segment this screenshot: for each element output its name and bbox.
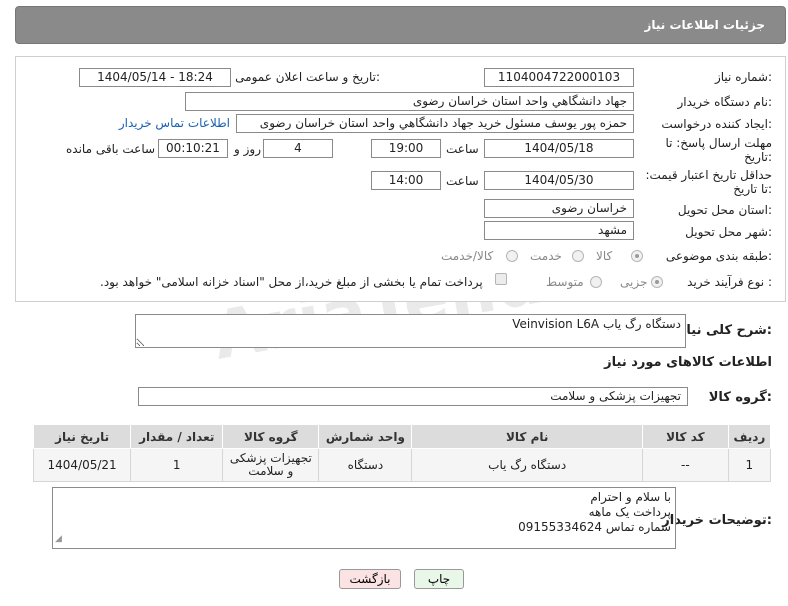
description-label: شرح کلی نیاز: [678,323,772,338]
requester-field[interactable]: حمزه پور یوسف مسئول خرید جهاد دانشگاهي و… [236,114,634,133]
items-table: ردیف کد کالا نام کالا واحد شمارش گروه کا… [32,424,772,482]
announce-datetime-field[interactable]: 1404/05/14 - 18:24 [79,68,231,87]
col-code: کد کالا [641,424,729,449]
category-service-label: خدمت [530,249,562,263]
table-header-row: ردیف کد کالا نام کالا واحد شمارش گروه کا… [32,424,772,449]
cell-group: تجهیزات پزشکی و سلامت [222,448,320,482]
description-field[interactable] [135,314,686,348]
buyer-notes-label: توضیحات خریدار: [662,513,772,528]
days-label: روز و [234,142,261,156]
cell-date: 1404/05/21 [32,448,132,482]
cell-row: 1 [727,448,772,482]
purchase-type-label: نوع فرآیند خرید : [687,275,772,289]
buyer-notes-field[interactable]: با سلام و احترام پرداخت یک ماهه شماره تم… [52,487,676,549]
remaining-label: ساعت باقی مانده [66,142,156,156]
col-date: تاریخ نیاز [32,424,132,449]
table-row: 1 -- دستگاه رگ یاب دستگاه تجهیزات پزشکی … [32,448,772,482]
goods-group-label: گروه کالا: [708,390,772,405]
goods-group-field[interactable]: تجهیزات پزشکی و سلامت [138,387,688,406]
resize-grip-icon: ◢ [55,534,62,544]
reply-time-label: ساعت [446,142,479,156]
buyer-org-label: نام دستگاه خریدار: [677,95,773,109]
buyer-contact-link[interactable]: اطلاعات تماس خریدار [119,116,230,130]
back-button[interactable]: بازگشت [339,569,401,589]
remaining-days-field[interactable]: 4 [263,139,333,158]
col-group: گروه کالا [222,424,320,449]
col-row: ردیف [727,424,772,449]
cell-unit: دستگاه [318,448,413,482]
cell-code: -- [641,448,729,482]
reply-deadline-label: مهلت ارسال پاسخ: تا تاریخ: [665,136,772,164]
purchase-medium-radio[interactable] [590,276,602,288]
price-validity-label: حداقل تاریخ اعتبار قیمت: تا تاریخ: [645,168,772,196]
need-number-field[interactable]: 1104004722000103 [484,68,634,87]
category-both-label: کالا/خدمت [441,249,494,263]
delivery-city-field[interactable]: مشهد [484,221,634,240]
col-name: نام کالا [411,424,643,449]
cell-qty: 1 [130,448,224,482]
remaining-time-field[interactable]: 00:10:21 [158,139,228,158]
buyer-org-field[interactable]: جهاد دانشگاهي واحد استان خراسان رضوی [185,92,634,111]
category-service-radio[interactable] [572,250,584,262]
category-both-radio[interactable] [506,250,518,262]
buyer-notes-line: پرداخت یک ماهه [588,505,671,519]
need-number-label: شماره نیاز: [714,70,772,84]
treasury-checkbox[interactable] [495,273,507,285]
delivery-province-field[interactable]: خراسان رضوی [484,199,634,218]
category-goods-label: کالا [596,249,613,263]
buyer-notes-line: با سلام و احترام [590,490,671,504]
price-validity-time-label: ساعت [446,174,479,188]
reply-deadline-date-field[interactable]: 1404/05/18 [484,139,634,158]
cell-name: دستگاه رگ یاب [411,448,643,482]
purchase-minor-radio[interactable] [651,276,663,288]
reply-deadline-time-field[interactable]: 19:00 [371,139,441,158]
buyer-notes-line: شماره تماس 09155334624 [518,520,671,534]
price-validity-time-field[interactable]: 14:00 [371,171,441,190]
treasury-note: پرداخت تمام یا بخشی از مبلغ خرید،از محل … [100,275,483,289]
category-goods-radio[interactable] [631,250,643,262]
print-button[interactable]: چاپ [414,569,464,589]
purchase-minor-label: جزیی [620,275,648,289]
page-header: جزئیات اطلاعات نیاز [15,6,786,44]
goods-section-title: اطلاعات کالاهای مورد نیاز [604,355,772,370]
purchase-medium-label: متوسط [546,275,584,289]
col-qty: تعداد / مقدار [130,424,224,449]
page-title: جزئیات اطلاعات نیاز [644,18,765,32]
category-label: طبقه بندی موضوعی: [665,249,772,263]
price-validity-date-field[interactable]: 1404/05/30 [484,171,634,190]
announce-datetime-label: تاریخ و ساعت اعلان عمومی: [235,70,380,84]
delivery-city-label: شهر محل تحویل: [685,225,772,239]
requester-label: ایجاد کننده درخواست: [661,117,772,131]
col-unit: واحد شمارش [318,424,413,449]
delivery-province-label: استان محل تحویل: [677,203,772,217]
